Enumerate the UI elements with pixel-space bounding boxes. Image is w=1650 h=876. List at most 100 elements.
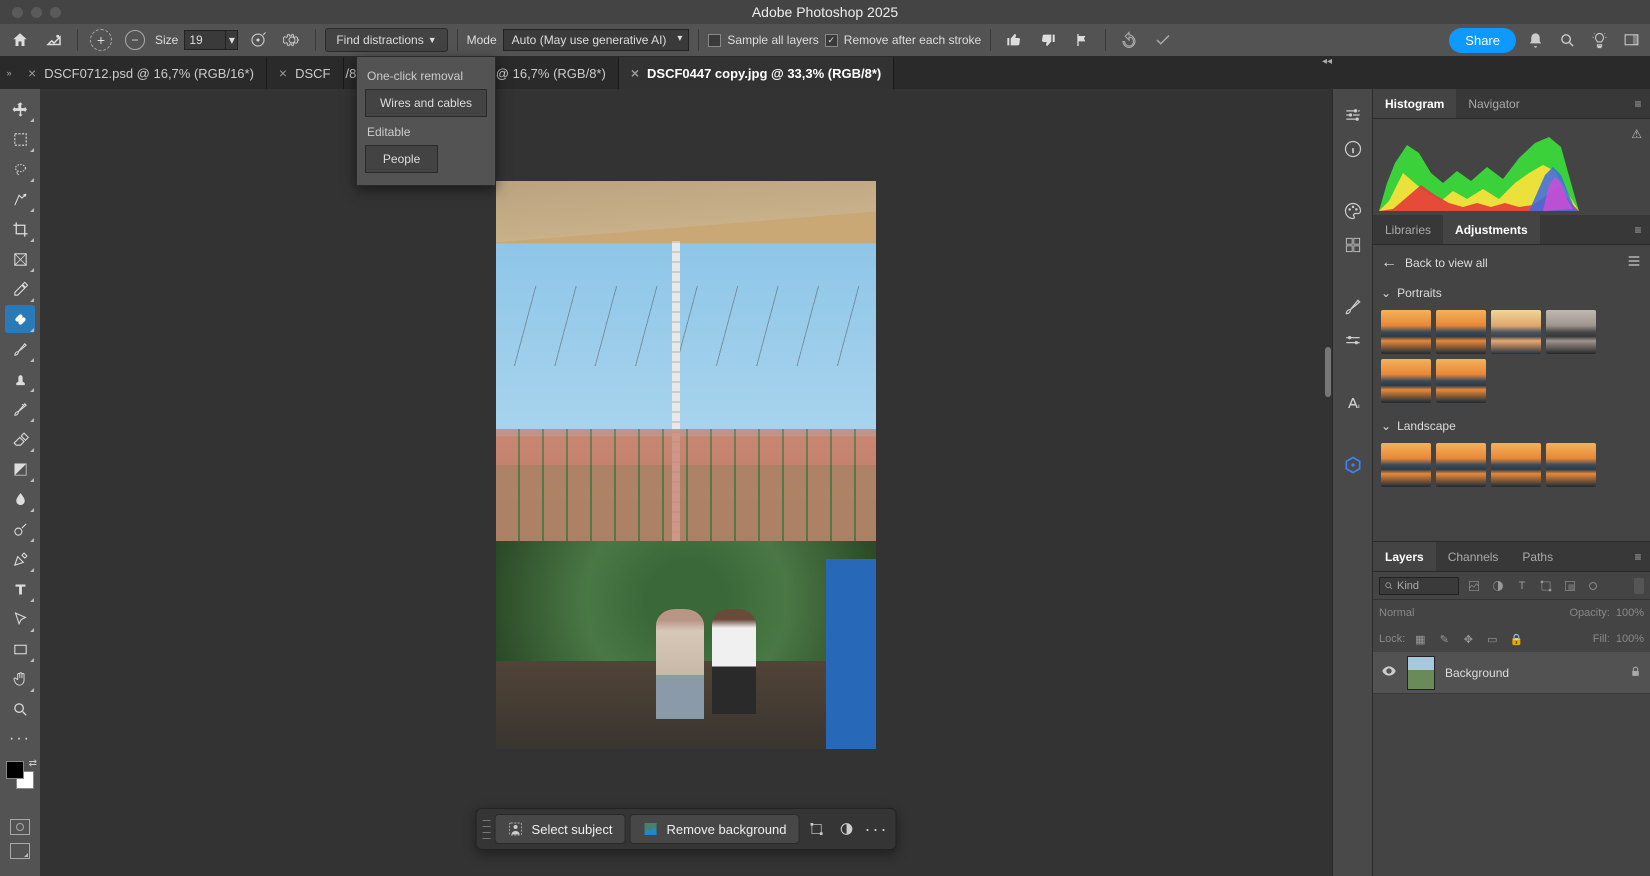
preset-thumb[interactable] bbox=[1491, 310, 1541, 354]
panel-collapse-arrows[interactable]: ◂◂ bbox=[1322, 56, 1332, 67]
filter-pixel-icon[interactable] bbox=[1465, 577, 1483, 595]
filter-shape-icon[interactable] bbox=[1537, 577, 1555, 595]
landscape-section[interactable]: ⌄ Landscape bbox=[1381, 413, 1642, 439]
preset-thumb[interactable] bbox=[1546, 443, 1596, 487]
brush-size-input[interactable] bbox=[184, 30, 226, 50]
workspace-icon[interactable] bbox=[1618, 27, 1644, 53]
filter-type-icon[interactable]: T bbox=[1513, 577, 1531, 595]
quick-selection-tool[interactable] bbox=[5, 185, 35, 213]
lock-pixels-icon[interactable]: ✎ bbox=[1435, 630, 1453, 648]
reset-icon[interactable] bbox=[1115, 27, 1143, 53]
frame-tool[interactable] bbox=[5, 245, 35, 273]
tab-navigator[interactable]: Navigator bbox=[1456, 89, 1531, 118]
more-tools[interactable]: ··· bbox=[5, 725, 35, 753]
swatches-palette-icon[interactable] bbox=[1341, 199, 1365, 223]
opacity-value[interactable]: 100% bbox=[1616, 607, 1644, 619]
transform-icon[interactable] bbox=[803, 816, 829, 842]
wires-and-cables-button[interactable]: Wires and cables bbox=[365, 89, 487, 117]
close-tab-icon[interactable]: × bbox=[279, 65, 287, 81]
panel-menu-icon[interactable]: ≡ bbox=[1626, 89, 1650, 118]
color-swatches[interactable]: ⇄ bbox=[6, 761, 34, 789]
tab-layers[interactable]: Layers bbox=[1373, 542, 1436, 571]
marquee-tool[interactable] bbox=[5, 125, 35, 153]
tab-libraries[interactable]: Libraries bbox=[1373, 215, 1443, 244]
canvas[interactable]: Select subject Remove background ··· bbox=[40, 89, 1332, 876]
brush-settings-target-icon[interactable] bbox=[244, 27, 272, 53]
portraits-section[interactable]: ⌄ Portraits bbox=[1381, 280, 1642, 306]
histogram-warning-icon[interactable]: ⚠ bbox=[1631, 127, 1642, 141]
visibility-eye-icon[interactable] bbox=[1381, 663, 1397, 682]
remove-background-button[interactable]: Remove background bbox=[629, 814, 799, 844]
filter-smart-icon[interactable] bbox=[1561, 577, 1579, 595]
history-brush-tool[interactable] bbox=[5, 395, 35, 423]
zoom-tool[interactable] bbox=[5, 695, 35, 723]
lasso-tool[interactable] bbox=[5, 155, 35, 183]
tab-channels[interactable]: Channels bbox=[1436, 542, 1511, 571]
brushes-icon[interactable] bbox=[1341, 295, 1365, 319]
people-button[interactable]: People bbox=[365, 145, 438, 173]
tab-paths[interactable]: Paths bbox=[1510, 542, 1565, 571]
brush-size-dropdown[interactable]: ▾ bbox=[226, 30, 238, 50]
hand-tool[interactable] bbox=[5, 665, 35, 693]
filter-color-icon[interactable] bbox=[1589, 582, 1597, 590]
preset-thumb[interactable] bbox=[1436, 443, 1486, 487]
select-subject-button[interactable]: Select subject bbox=[495, 814, 626, 844]
quick-mask-toggle[interactable] bbox=[10, 819, 30, 835]
fill-value[interactable]: 100% bbox=[1616, 633, 1644, 645]
close-tab-icon[interactable]: × bbox=[631, 65, 639, 81]
adjustment-circle-icon[interactable] bbox=[833, 816, 859, 842]
lock-position-icon[interactable]: ✥ bbox=[1459, 630, 1477, 648]
gradient-tool[interactable] bbox=[5, 455, 35, 483]
commit-check-icon[interactable] bbox=[1149, 27, 1177, 53]
pen-tool[interactable] bbox=[5, 545, 35, 573]
lock-all-icon[interactable]: 🔒 bbox=[1507, 630, 1525, 648]
brush-tool[interactable] bbox=[5, 335, 35, 363]
sample-all-layers-checkbox[interactable] bbox=[708, 34, 721, 47]
close-window[interactable] bbox=[12, 7, 23, 18]
preset-thumb[interactable] bbox=[1546, 310, 1596, 354]
tab-histogram[interactable]: Histogram bbox=[1373, 89, 1456, 118]
back-to-view-all[interactable]: Back to view all bbox=[1405, 256, 1488, 270]
remove-after-stroke-checkbox[interactable] bbox=[825, 34, 838, 47]
more-options-icon[interactable]: ··· bbox=[863, 816, 889, 842]
properties-sliders-icon[interactable] bbox=[1341, 103, 1365, 127]
minimize-window[interactable] bbox=[31, 7, 42, 18]
thumbs-up-icon[interactable] bbox=[1000, 27, 1028, 53]
character-panel-icon[interactable] bbox=[1341, 391, 1365, 415]
maximize-window[interactable] bbox=[50, 7, 61, 18]
clone-stamp-tool[interactable] bbox=[5, 365, 35, 393]
plugin-icon[interactable] bbox=[1341, 453, 1365, 477]
preset-thumb[interactable] bbox=[1436, 310, 1486, 354]
screen-mode-toggle[interactable] bbox=[10, 843, 30, 859]
eraser-tool[interactable] bbox=[5, 425, 35, 453]
back-arrow-icon[interactable]: ← bbox=[1381, 254, 1397, 272]
crop-tool[interactable] bbox=[5, 215, 35, 243]
drag-handle[interactable] bbox=[483, 817, 491, 841]
tab-dscf-partial[interactable]: × DSCF bbox=[267, 57, 344, 89]
tab-dscf0712[interactable]: × DSCF0712.psd @ 16,7% (RGB/16*) bbox=[16, 57, 267, 89]
subtract-from-selection-button[interactable]: − bbox=[121, 27, 149, 53]
eyedropper-tool[interactable] bbox=[5, 275, 35, 303]
info-icon[interactable] bbox=[1341, 137, 1365, 161]
lock-transparency-icon[interactable]: ▦ bbox=[1411, 630, 1429, 648]
preset-thumb[interactable] bbox=[1491, 443, 1541, 487]
mode-select[interactable]: Auto (May use generative AI) bbox=[503, 29, 690, 51]
tab-adjustments[interactable]: Adjustments bbox=[1443, 215, 1540, 244]
layer-background[interactable]: Background bbox=[1373, 652, 1650, 694]
patterns-grid-icon[interactable] bbox=[1341, 233, 1365, 257]
rectangle-tool[interactable] bbox=[5, 635, 35, 663]
layer-kind-filter[interactable]: Kind bbox=[1379, 577, 1459, 595]
vertical-scrollbar[interactable] bbox=[1325, 347, 1331, 397]
flag-icon[interactable] bbox=[1068, 27, 1096, 53]
share-button[interactable]: Share bbox=[1449, 28, 1516, 53]
dodge-tool[interactable] bbox=[5, 515, 35, 543]
add-to-selection-button[interactable]: + bbox=[87, 27, 115, 53]
lock-icon[interactable] bbox=[1629, 665, 1642, 681]
help-lightbulb-icon[interactable] bbox=[1586, 27, 1612, 53]
move-tool[interactable] bbox=[5, 95, 35, 123]
search-icon[interactable] bbox=[1554, 27, 1580, 53]
list-view-icon[interactable] bbox=[1626, 253, 1642, 272]
preset-thumb[interactable] bbox=[1381, 359, 1431, 403]
brush-settings-icon[interactable] bbox=[1341, 329, 1365, 353]
preset-thumb[interactable] bbox=[1436, 359, 1486, 403]
